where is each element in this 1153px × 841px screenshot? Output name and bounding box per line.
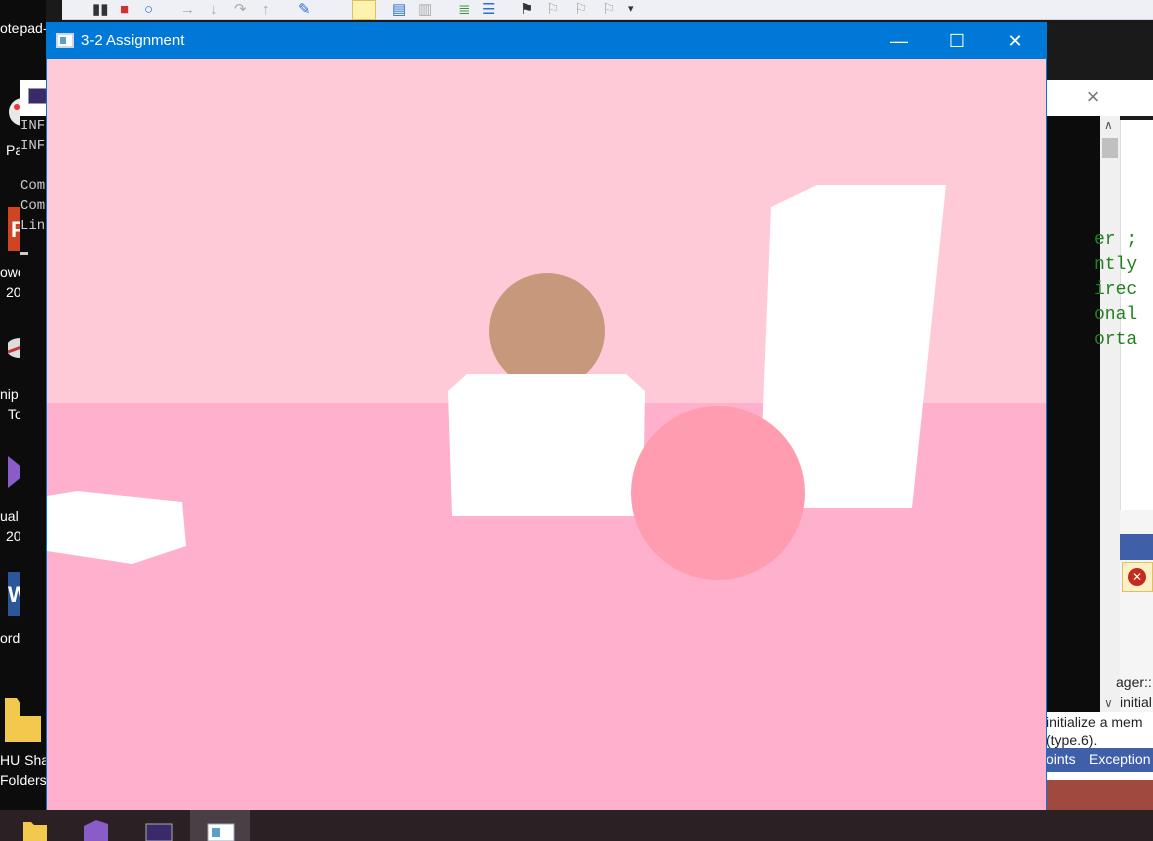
scroll-down-icon[interactable]: ∨ xyxy=(1104,696,1113,710)
vs-tool-tabs: oints Exception xyxy=(1046,748,1153,772)
minimize-button[interactable]: — xyxy=(870,23,928,59)
vs-status-bar xyxy=(1046,780,1153,810)
app-window-icon xyxy=(207,823,235,841)
desktop-label-visual: ual xyxy=(0,508,19,524)
scene-pink-ball xyxy=(631,406,805,580)
code-line: er ; xyxy=(1094,230,1138,250)
code-line: orta xyxy=(1094,330,1138,350)
clear-bookmarks-icon[interactable]: ⚐ xyxy=(602,1,615,18)
opengl-scene[interactable] xyxy=(47,59,1046,810)
exception-banner: ✕ xyxy=(1122,562,1153,592)
error-detail-line: initial xyxy=(1120,694,1152,710)
bookmark-icon[interactable]: ⚑ xyxy=(520,1,533,18)
code-line: ntly xyxy=(1094,255,1138,275)
app-window[interactable]: 3-2 Assignment — ☐ ✕ xyxy=(46,22,1047,810)
taskbar-file-explorer[interactable] xyxy=(5,810,65,841)
close-button[interactable]: ✕ xyxy=(986,23,1044,59)
terminal-icon xyxy=(145,823,173,841)
folder-icon xyxy=(23,822,47,841)
error-detail-line: ager:: xyxy=(1116,674,1152,690)
tab-breakpoints[interactable]: oints xyxy=(1046,751,1076,767)
window-title: 3-2 Assignment xyxy=(81,32,185,49)
desktop-label-folders: Folders xyxy=(0,772,47,788)
toolbar-overflow-icon[interactable]: ▾ xyxy=(628,1,634,18)
console-line: Lin xyxy=(20,218,46,234)
scroll-up-icon[interactable]: ∧ xyxy=(1104,118,1113,132)
taskbar-visual-studio[interactable] xyxy=(66,810,126,841)
spell-check-icon[interactable] xyxy=(352,0,376,20)
outdent-icon[interactable]: ☰ xyxy=(482,1,495,18)
code-line: irec xyxy=(1094,280,1138,300)
desktop-label-shared: HU Sha xyxy=(0,752,50,768)
scroll-thumb[interactable] xyxy=(1102,138,1118,158)
indent-icon[interactable]: ≣ xyxy=(458,1,471,18)
visual-studio-icon xyxy=(84,820,108,841)
step-out-icon[interactable]: ↑ xyxy=(262,1,270,18)
console-line: INF xyxy=(20,138,46,154)
maximize-button[interactable]: ☐ xyxy=(928,23,986,59)
stop-icon[interactable]: ■ xyxy=(120,1,129,18)
desktop-label-word: ord xyxy=(0,630,21,646)
step-into-icon[interactable]: ↓ xyxy=(210,1,218,18)
console-close-icon[interactable]: × xyxy=(1080,84,1106,110)
pause-icon[interactable]: ▮▮ xyxy=(92,1,109,18)
app-window-icon xyxy=(56,33,74,48)
error-detail-line: initialize a mem xyxy=(1046,714,1143,730)
tab-exception-settings[interactable]: Exception xyxy=(1089,751,1150,767)
scene-torso-box xyxy=(448,374,645,516)
console-line: Com xyxy=(20,178,46,194)
desktop-label-notepad: otepad- xyxy=(0,20,48,36)
window-titlebar[interactable]: 3-2 Assignment — ☐ ✕ xyxy=(47,23,1046,59)
step-over-icon[interactable]: ↷ xyxy=(234,1,247,18)
console-scrollbar[interactable]: ∧ ∨ xyxy=(1100,116,1120,716)
comment-out-icon[interactable]: ▤ xyxy=(392,1,406,18)
error-detail-line: (type.6). xyxy=(1046,732,1098,748)
error-icon: ✕ xyxy=(1128,568,1146,586)
console-line: Com xyxy=(20,198,46,214)
scene-head-sphere xyxy=(489,273,605,389)
console-cursor xyxy=(20,252,28,255)
taskbar-console[interactable] xyxy=(128,810,188,841)
code-line: onal xyxy=(1094,305,1138,325)
hex-display-icon[interactable]: ✎ xyxy=(298,1,311,18)
uncomment-icon[interactable]: ▥ xyxy=(418,1,432,18)
taskbar-app-window[interactable] xyxy=(190,810,250,841)
console-line: INF xyxy=(20,118,46,134)
show-next-statement-icon[interactable]: → xyxy=(180,1,195,18)
restart-icon[interactable]: ○ xyxy=(144,1,153,18)
vs-toolbar: ▮▮ ■ ○ → ↓ ↷ ↑ ✎ ▤ ▥ ≣ ☰ ⚑ ⚐ ⚐ ⚐ ▾ xyxy=(62,0,1153,20)
panel-header xyxy=(1120,534,1153,560)
taskbar xyxy=(0,810,1153,841)
prev-bookmark-icon[interactable]: ⚐ xyxy=(546,1,559,18)
next-bookmark-icon[interactable]: ⚐ xyxy=(574,1,587,18)
desktop-label-snip: nip xyxy=(0,386,19,402)
console-icon xyxy=(28,88,48,104)
